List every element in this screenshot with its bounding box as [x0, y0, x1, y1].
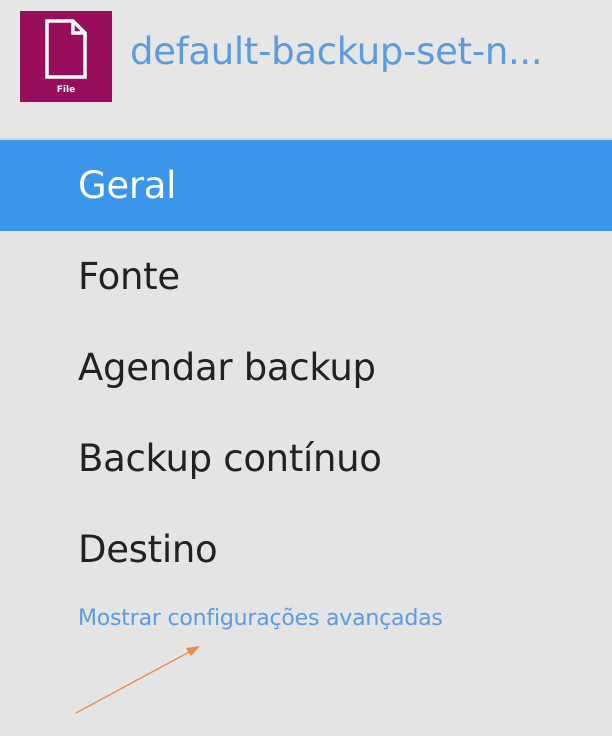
- document-icon: [45, 19, 87, 79]
- nav-item-label: Destino: [78, 528, 218, 571]
- nav-item-agendar-backup[interactable]: Agendar backup: [0, 322, 612, 413]
- show-advanced-settings-link[interactable]: Mostrar configurações avançadas: [78, 606, 443, 631]
- settings-nav: Geral Fonte Agendar backup Backup contín…: [0, 140, 612, 595]
- nav-item-label: Backup contínuo: [78, 437, 382, 480]
- nav-item-label: Fonte: [78, 255, 180, 298]
- backup-set-header: File default-backup-set-n...: [0, 0, 612, 138]
- file-icon-label: File: [56, 85, 76, 95]
- nav-item-geral[interactable]: Geral: [0, 140, 612, 231]
- nav-item-backup-continuo[interactable]: Backup contínuo: [0, 413, 612, 504]
- backup-set-title: default-backup-set-n...: [130, 30, 543, 73]
- file-icon: File: [20, 11, 112, 102]
- nav-item-label: Geral: [78, 164, 177, 207]
- nav-item-destino[interactable]: Destino: [0, 504, 612, 595]
- nav-item-fonte[interactable]: Fonte: [0, 231, 612, 322]
- nav-item-label: Agendar backup: [78, 346, 376, 389]
